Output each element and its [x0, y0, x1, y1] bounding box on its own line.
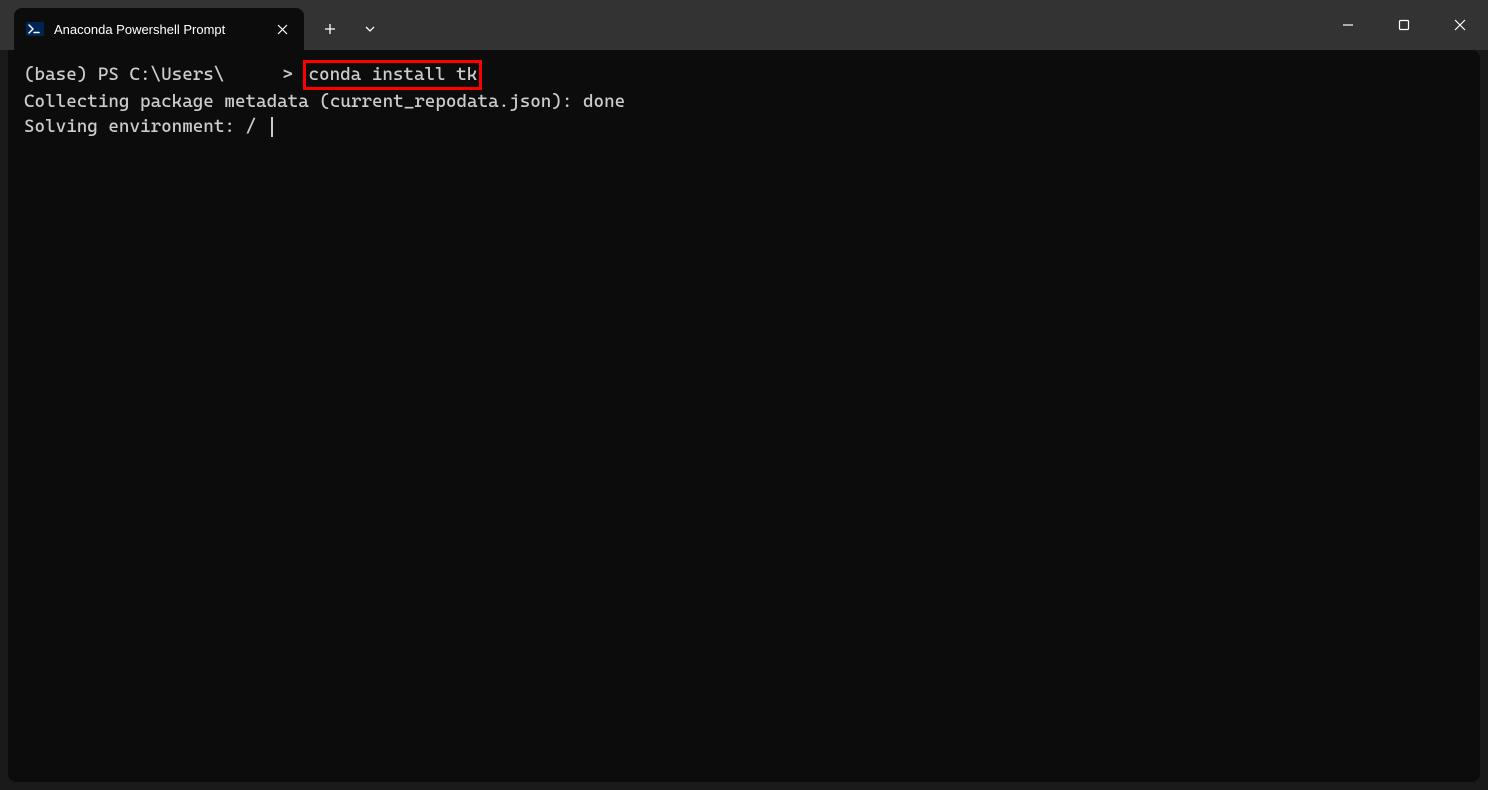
close-window-button[interactable]: [1432, 0, 1488, 50]
cursor: [271, 117, 273, 137]
prompt-suffix: >: [282, 64, 293, 85]
titlebar: Anaconda Powershell Prompt: [0, 0, 1488, 50]
terminal-line-2: Collecting package metadata (current_rep…: [24, 90, 1464, 114]
prompt-prefix: (base) PS C:\Users\: [24, 64, 224, 85]
tab-title: Anaconda Powershell Prompt: [54, 22, 262, 37]
tab-actions: [306, 8, 388, 50]
terminal-line-1: (base) PS C:\Users\ > conda install tk: [24, 60, 1464, 90]
active-tab[interactable]: Anaconda Powershell Prompt: [14, 8, 304, 50]
terminal-output[interactable]: (base) PS C:\Users\ > conda install tk Col…: [8, 50, 1480, 782]
redacted-username: [224, 66, 282, 84]
powershell-icon: [26, 20, 44, 38]
tab-dropdown-button[interactable]: [352, 12, 388, 46]
terminal-line-3: Solving environment: /: [24, 115, 1464, 139]
minimize-button[interactable]: [1320, 0, 1376, 50]
maximize-button[interactable]: [1376, 0, 1432, 50]
highlighted-command: conda install tk: [303, 60, 482, 90]
window-controls: [1320, 0, 1488, 50]
close-tab-button[interactable]: [272, 19, 292, 39]
titlebar-left: Anaconda Powershell Prompt: [0, 0, 388, 50]
new-tab-button[interactable]: [312, 12, 348, 46]
command-text: conda install tk: [308, 64, 477, 85]
